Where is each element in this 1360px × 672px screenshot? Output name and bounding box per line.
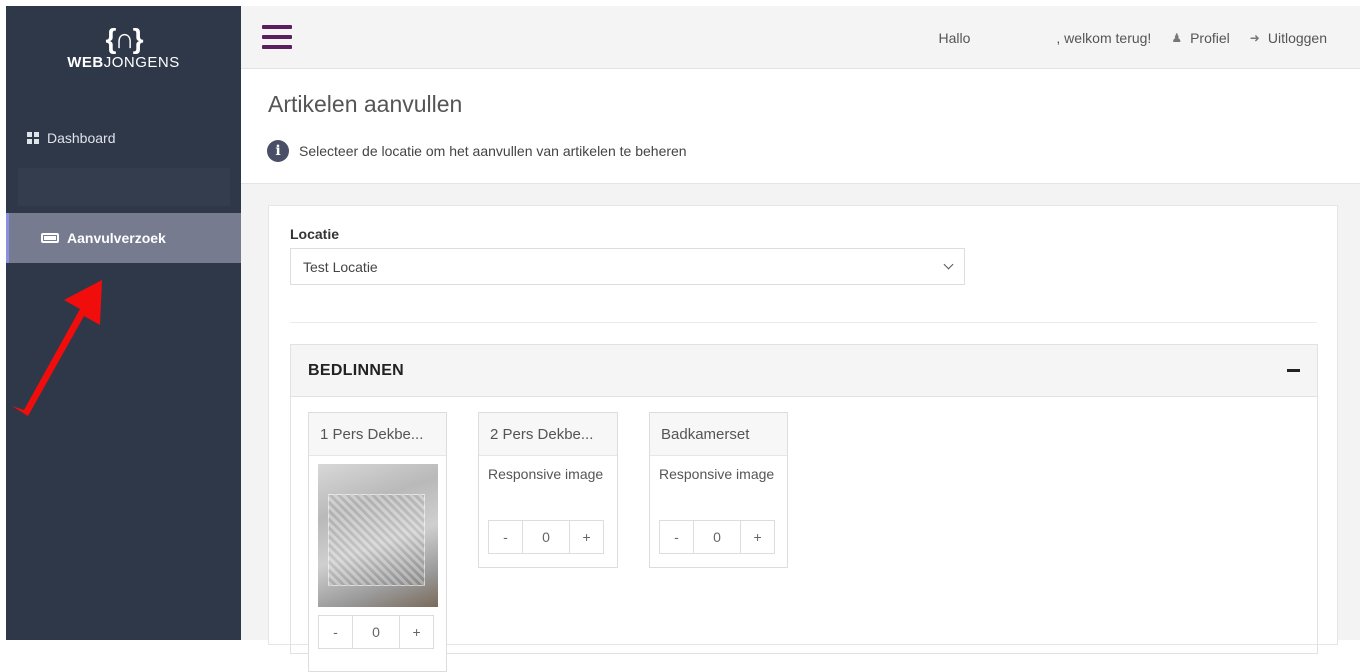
decrement-button[interactable]: - — [660, 521, 693, 553]
profile-link[interactable]: ♟ Profiel — [1171, 30, 1229, 46]
quantity-input[interactable]: 0 — [521, 521, 571, 553]
brand-name-rest: JONGENS — [103, 54, 180, 71]
increment-button[interactable]: + — [741, 521, 774, 553]
collapse-icon[interactable] — [1287, 369, 1300, 372]
product-body: - 0 + — [309, 456, 446, 649]
sidebar-item-dashboard[interactable]: Dashboard — [6, 113, 241, 163]
product-image-broken: Responsive image — [659, 466, 775, 482]
product-body: Responsive image - 0 + — [479, 456, 617, 554]
location-label: Locatie — [290, 226, 340, 242]
product-image-broken: Responsive image — [488, 466, 604, 482]
main-card: Locatie Test Locatie BEDLINNEN 1 Pers De… — [268, 205, 1338, 672]
product-body: Responsive image - 0 + — [650, 456, 787, 554]
brand-mark: {∩} — [105, 23, 143, 54]
location-select[interactable]: Test Locatie — [290, 248, 965, 285]
product-card: 1 Pers Dekbe... - 0 + — [308, 412, 447, 672]
profile-label: Profiel — [1190, 29, 1230, 46]
sidebar-placeholder — [18, 168, 230, 206]
divider — [290, 322, 1317, 323]
info-message: i Selecteer de locatie om het aanvullen … — [267, 140, 687, 162]
quantity-stepper: - 0 + — [488, 520, 604, 554]
brand-name: WEBJONGENS — [6, 54, 241, 72]
decrement-button[interactable]: - — [489, 521, 522, 553]
location-selected-value: Test Locatie — [303, 258, 378, 275]
brand-logo[interactable]: {∩} WEBJONGENS — [6, 24, 241, 72]
logout-link[interactable]: ➜ Uitloggen — [1250, 30, 1327, 46]
quantity-input[interactable]: 0 — [692, 521, 742, 553]
grid-icon — [27, 132, 39, 144]
sidebar-item-label: Aanvulverzoek — [67, 230, 166, 246]
product-name: 1 Pers Dekbe... — [309, 413, 446, 456]
category-panel-bedlinnen: BEDLINNEN 1 Pers Dekbe... - 0 + 2 Pers D… — [290, 344, 1318, 672]
page-title: Artikelen aanvullen — [268, 91, 463, 117]
product-image — [318, 464, 438, 607]
battery-icon — [41, 233, 59, 243]
sign-out-icon: ➜ — [1249, 30, 1260, 45]
top-user-area: Hallo , welkom terug! ♟ Profiel ➜ Uitlog… — [938, 6, 1327, 69]
category-title: BEDLINNEN — [308, 361, 405, 379]
decrement-button[interactable]: - — [319, 616, 352, 648]
brand-name-bold: WEB — [67, 54, 104, 71]
quantity-stepper: - 0 + — [659, 520, 775, 554]
info-text: Selecteer de locatie om het aanvullen va… — [299, 143, 687, 159]
product-card: 2 Pers Dekbe... Responsive image - 0 + — [478, 412, 618, 568]
chevron-down-icon — [943, 259, 954, 270]
increment-button[interactable]: + — [400, 616, 433, 648]
user-icon: ♟ — [1171, 30, 1183, 45]
sidebar-item-label: Dashboard — [47, 130, 116, 146]
menu-toggle-icon[interactable] — [262, 25, 292, 49]
greeting-prefix: Hallo — [938, 29, 971, 46]
quantity-stepper: - 0 + — [318, 615, 434, 649]
product-name: 2 Pers Dekbe... — [479, 413, 617, 456]
top-bar: Hallo , welkom terug! ♟ Profiel ➜ Uitlog… — [241, 6, 1360, 69]
red-arrow-annotation — [12, 280, 102, 416]
quantity-input[interactable]: 0 — [351, 616, 401, 648]
greeting-suffix: , welkom terug! — [1056, 29, 1152, 46]
info-icon: i — [267, 140, 289, 162]
category-header[interactable]: BEDLINNEN — [291, 345, 1317, 397]
product-card: Badkamerset Responsive image - 0 + — [649, 412, 788, 568]
increment-button[interactable]: + — [570, 521, 603, 553]
product-name: Badkamerset — [650, 413, 787, 456]
logout-label: Uitloggen — [1267, 29, 1327, 46]
sidebar-item-aanvulverzoek[interactable]: Aanvulverzoek — [6, 213, 241, 263]
page-header: Artikelen aanvullen i Selecteer de locat… — [241, 69, 1360, 184]
